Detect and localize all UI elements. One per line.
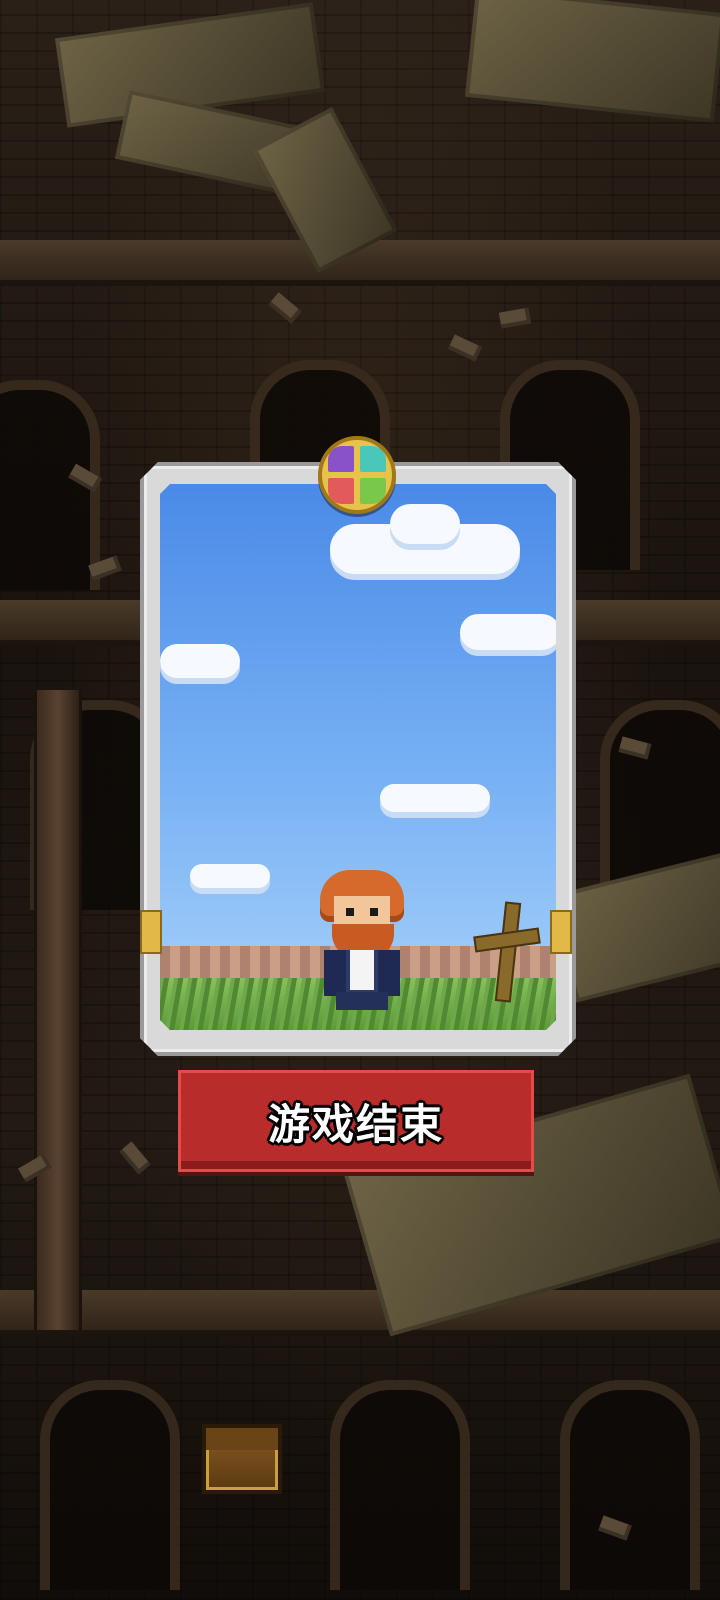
stone-beam [0, 1290, 720, 1336]
stone-arch [330, 1380, 470, 1590]
gem-compass-icon [318, 436, 396, 514]
stone-arch [40, 1380, 180, 1590]
hero-character [310, 870, 410, 1010]
cloud [460, 614, 556, 650]
death-card [140, 462, 576, 1056]
game-scene: 游戏结束 [0, 0, 720, 1600]
sky-scene [160, 484, 556, 1030]
card-gold-clip [550, 910, 572, 954]
game-over-label: 游戏结束 [267, 1099, 444, 1149]
stone-arch [560, 1380, 700, 1590]
card-gold-clip [140, 910, 162, 954]
cloud [390, 504, 460, 544]
treasure-chest-icon [202, 1424, 282, 1494]
cloud [160, 644, 240, 678]
cloud [190, 864, 270, 888]
stone-pillar [34, 690, 82, 1330]
game-over-button[interactable]: 游戏结束 [178, 1070, 534, 1172]
cloud [380, 784, 490, 812]
